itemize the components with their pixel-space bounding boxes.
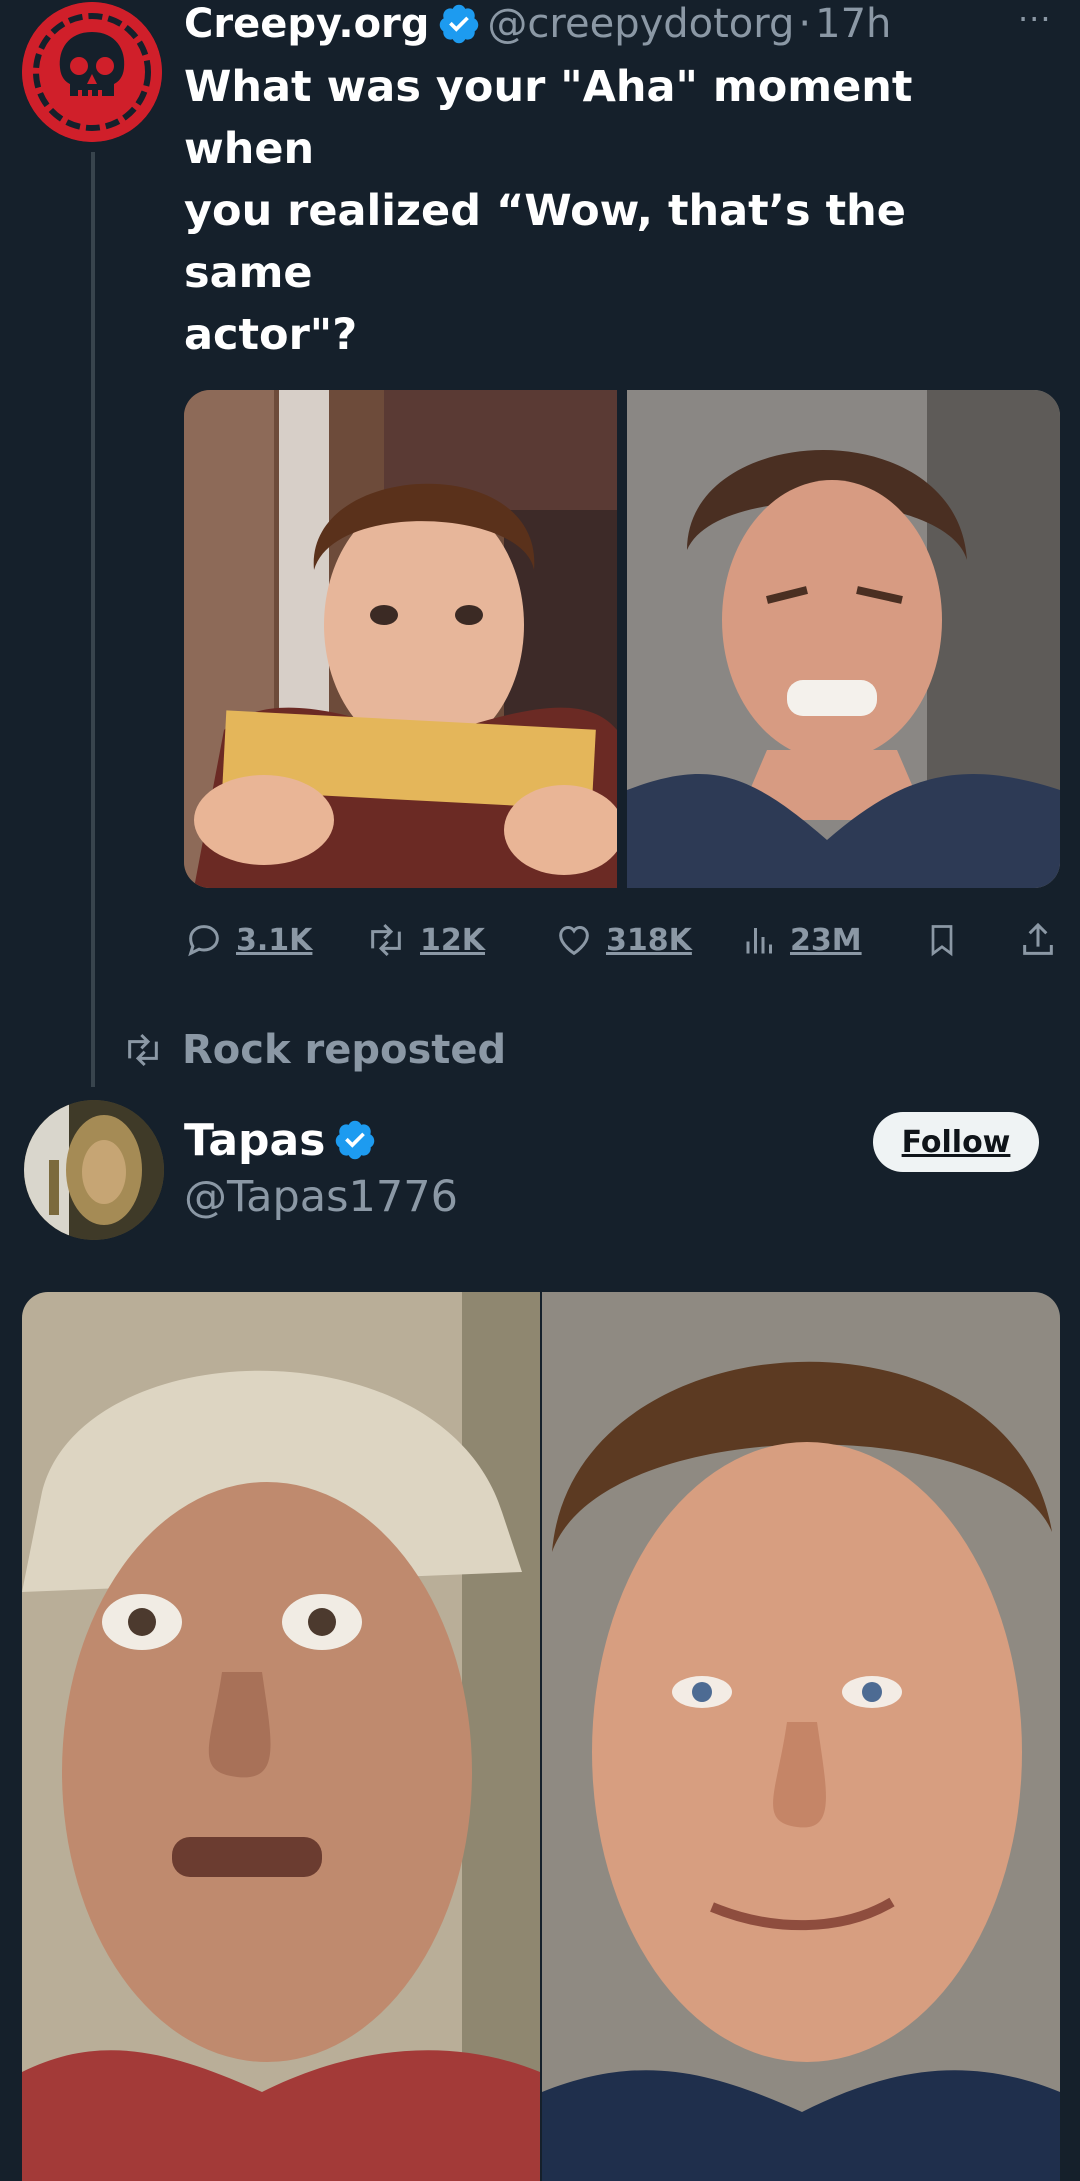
photo-man-grimace-icon <box>627 390 1060 888</box>
heart-icon <box>559 925 589 956</box>
tweet-header: Creepy.org @creepydotorg · 17h <box>184 0 891 48</box>
like-count: 318K <box>606 922 692 958</box>
views-button[interactable]: 23M <box>742 910 862 970</box>
verified-badge-icon <box>336 1120 375 1160</box>
tapas-avatar[interactable] <box>24 1100 164 1240</box>
author-handle[interactable]: @Tapas1776 <box>184 1172 458 1222</box>
repost-context[interactable]: Rock reposted <box>120 1025 506 1075</box>
share-icon <box>1023 922 1053 955</box>
avatar-portrait-icon <box>24 1100 164 1240</box>
reply-icon <box>188 925 219 957</box>
media-photo-left[interactable] <box>184 390 617 888</box>
reply-button[interactable]: 3.1K <box>184 910 312 970</box>
author-name[interactable]: Tapas <box>184 1115 325 1166</box>
media-photo-left[interactable] <box>22 1292 540 2181</box>
verified-badge-icon <box>440 4 479 44</box>
bookmark-icon <box>931 925 953 957</box>
like-button[interactable]: 318K <box>554 910 692 970</box>
repost-button[interactable]: 12K <box>364 910 485 970</box>
repost-count: 12K <box>420 922 485 958</box>
media-photo-right[interactable] <box>542 1292 1060 2181</box>
tweet-action-bar: 3.1K 12K 318K 23M <box>184 910 1060 970</box>
reply-count: 3.1K <box>236 922 313 958</box>
views-chart-icon <box>746 928 772 954</box>
author-name[interactable]: Creepy.org <box>184 1 429 47</box>
bookmark-button[interactable] <box>924 910 960 970</box>
skull-logo-icon <box>22 2 162 142</box>
author-handle[interactable]: @creepydotorg <box>487 1 794 47</box>
share-button[interactable] <box>1018 910 1058 970</box>
more-options-icon[interactable]: ··· <box>1018 0 1052 38</box>
view-count: 23M <box>790 922 862 958</box>
tweet-time[interactable]: 17h <box>815 1 891 47</box>
repost-indicator-icon <box>128 1033 158 1067</box>
tweet-media-grid[interactable] <box>184 390 1060 888</box>
tweet2-header: Tapas <box>184 1112 383 1168</box>
media-photo-right[interactable] <box>627 390 1060 888</box>
photo-man-in-cap-surprised-icon <box>22 1292 540 2181</box>
thread-connector-line <box>91 152 95 1087</box>
repost-icon <box>371 923 401 957</box>
follow-button[interactable]: Follow <box>873 1112 1039 1172</box>
repost-label: Rock reposted <box>182 1027 507 1073</box>
tweet2-media-grid[interactable] <box>22 1292 1060 2181</box>
photo-boy-golden-ticket-icon <box>184 390 617 888</box>
separator-dot: · <box>798 1 812 47</box>
creepy-avatar[interactable] <box>22 2 162 142</box>
photo-man-smiling-icon <box>542 1292 1060 2181</box>
